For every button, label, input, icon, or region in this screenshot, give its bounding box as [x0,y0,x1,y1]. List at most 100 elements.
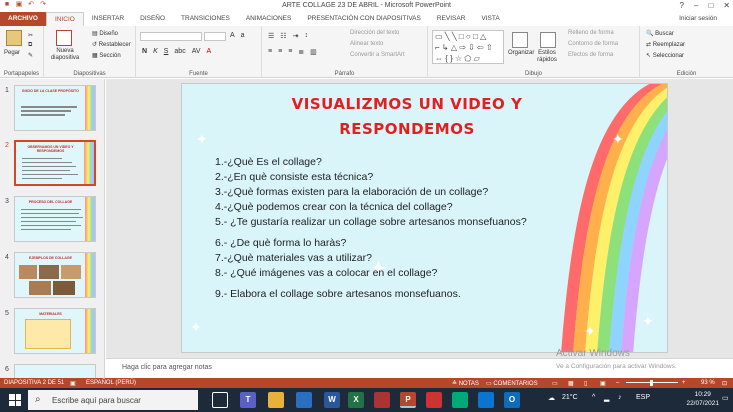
underline-icon[interactable]: S [164,48,169,55]
slide-thumbnail[interactable]: 3 PROCESO DEL COLLAGE [0,196,104,248]
slide-thumbnail-selected[interactable]: 2 OBSERVAMOS UN VIDEO Y RESPONDEMOS [0,140,104,192]
question-8[interactable]: 8.- ¿Qué imágenes vas a colocar en el co… [215,267,437,279]
store-icon[interactable] [296,392,312,408]
tab-archivo[interactable]: ARCHIVO [0,12,46,26]
volume-icon[interactable]: ♪ [618,394,622,401]
tab-presentacion[interactable]: PRESENTACIÓN CON DIAPOSITIVAS [299,12,429,26]
reset-button[interactable]: ↺ Restablecer [92,41,131,48]
shapes-gallery[interactable]: ▭ ╲ ╲ □ ○ □ △ ⌐ ↳ △ ⇨ ⇩ ⇦ ⇧ ⇔ { } ☆ ⬠ ▱ [432,30,504,64]
fit-slide-icon[interactable]: ⊡ [722,380,727,387]
slide-thumbnail[interactable]: 6 [0,364,104,378]
slide-title[interactable]: VISUALIZMOS UN VIDEO Y RESPONDEMOS [242,92,572,142]
minimize-icon[interactable]: – [694,1,698,10]
quick-styles-button[interactable]: Estilos rápidos [536,50,558,64]
tab-inicio[interactable]: INICIO [45,12,84,26]
paste-button[interactable]: Pegar [4,50,20,56]
align-text-button[interactable]: Alinear texto [350,41,383,47]
thumbnail-card[interactable] [14,364,96,378]
slide-thumbnail-panel[interactable]: 1 INICIO DE LA CLASE PROPÓSITO 2 OBSERVA… [0,79,105,378]
justify-icon[interactable]: ≣ [298,48,304,56]
language-tray[interactable]: ESP [636,394,650,401]
shape-effects-button[interactable]: Efectos de forma [568,52,613,58]
grow-font-icon[interactable]: A [230,32,235,39]
thumbnail-card[interactable]: OBSERVAMOS UN VIDEO Y RESPONDEMOS [14,140,96,186]
file-explorer-icon[interactable] [268,392,284,408]
reading-view-icon[interactable]: ▯ [584,380,587,387]
close-icon[interactable]: ✕ [723,1,730,10]
format-painter-icon[interactable]: ✎ [28,52,33,59]
powerpoint-icon[interactable]: P [400,392,416,408]
comments-toggle[interactable]: ▭ COMENTARIOS [486,380,538,387]
align-left-icon[interactable]: ≡ [268,48,272,56]
columns-icon[interactable]: ▥ [310,48,317,56]
tab-revisar[interactable]: REVISAR [429,12,474,26]
font-size-dropdown[interactable] [204,32,226,41]
shape-fill-button[interactable]: Relleno de forma [568,30,614,36]
question-5[interactable]: 5.- ¿Te gustaría realizar un collage sob… [215,216,527,228]
tray-expand-icon[interactable]: ^ [592,394,595,401]
network-icon[interactable]: ▂ [604,394,609,402]
tab-animaciones[interactable]: ANIMACIONES [238,12,300,26]
font-color-icon[interactable]: A [207,48,212,55]
align-center-icon[interactable]: ≡ [278,48,282,56]
slide-sorter-icon[interactable]: ▦ [568,380,574,387]
spellcheck-icon[interactable]: ▣ [70,380,76,387]
new-slide-button[interactable]: Nueva diapositiva [50,48,80,62]
edge-icon[interactable] [478,392,494,408]
tab-vista[interactable]: VISTA [473,12,507,26]
question-9[interactable]: 9.- Elabora el collage sobre artesanos m… [215,288,461,300]
thumbnail-card[interactable]: PROCESO DEL COLLAGE [14,196,96,242]
text-direction-button[interactable]: Dirección del texto [350,30,399,36]
quick-styles-icon[interactable] [540,32,556,48]
app-icon[interactable] [426,392,442,408]
cut-icon[interactable]: ✂ [28,32,33,39]
tab-insertar[interactable]: INSERTAR [84,12,132,26]
teams-icon[interactable]: T [240,392,256,408]
help-icon[interactable]: ? [680,1,684,10]
align-right-icon[interactable]: ≡ [288,48,292,56]
weather-icon[interactable]: ☁ [548,394,555,402]
slide-thumbnail[interactable]: 1 INICIO DE LA CLASE PROPÓSITO [0,85,104,137]
pdf-icon[interactable] [374,392,390,408]
shrink-font-icon[interactable]: a [241,32,245,39]
zoom-out-icon[interactable]: – [616,380,619,386]
char-spacing-icon[interactable]: AV [192,48,201,55]
zoom-level[interactable]: 93 % [701,380,715,386]
question-4[interactable]: 4.-¿Què podemos crear con la técnica del… [215,201,453,213]
find-button[interactable]: 🔍 Buscar [646,30,674,37]
thumbnail-card[interactable]: INICIO DE LA CLASE PROPÓSITO [14,85,96,131]
question-6[interactable]: 6.- ¿De què forma lo haràs? [215,237,346,249]
slide-thumbnail[interactable]: 5 MATERIALES [0,308,104,360]
shape-outline-button[interactable]: Contorno de forma [568,41,618,47]
windows-start-icon[interactable] [9,394,21,406]
section-button[interactable]: ▦ Sección [92,52,121,59]
chrome-icon[interactable] [452,392,468,408]
excel-icon[interactable]: X [348,392,364,408]
question-1[interactable]: 1.-¿Què Es el collage? [215,156,322,168]
new-slide-icon[interactable] [56,30,72,46]
paste-icon[interactable] [6,30,22,46]
select-button[interactable]: ↖ Seleccionar [646,52,684,59]
bold-icon[interactable]: N [142,48,147,55]
arrange-icon[interactable] [512,32,528,48]
tab-diseno[interactable]: DISEÑO [132,12,173,26]
indent-icon[interactable]: ⇥ [293,32,299,40]
language-indicator[interactable]: ESPAÑOL (PERÚ) [86,380,136,386]
notes-toggle[interactable]: ≙ NOTAS [452,380,479,387]
line-spacing-icon[interactable]: ↕ [304,32,308,40]
convert-smartart-button[interactable]: Convertir a SmartArt [350,52,405,58]
maximize-icon[interactable]: □ [708,1,713,10]
taskbar-search[interactable]: ⌕ Escribe aquí para buscar [28,390,198,410]
slideshow-icon[interactable]: ▣ [600,380,606,387]
thumbnail-card[interactable]: MATERIALES [14,308,96,354]
taskbar-clock[interactable]: 10:29 22/07/2021 [686,390,719,408]
strikethrough-icon[interactable]: abc [174,48,185,55]
notifications-icon[interactable]: ▭ [722,394,729,402]
copy-icon[interactable]: ⧉ [28,42,32,49]
question-3[interactable]: 3.-¿Què formas existen para la elaboraci… [215,186,488,198]
sign-in-link[interactable]: Iniciar sesión [679,15,717,22]
replace-button[interactable]: ⇄ Reemplazar [646,41,685,48]
font-family-dropdown[interactable] [140,32,202,41]
slide-thumbnail[interactable]: 4 EJEMPLOS DE COLLAGE [0,252,104,304]
italic-icon[interactable]: K [153,48,158,55]
